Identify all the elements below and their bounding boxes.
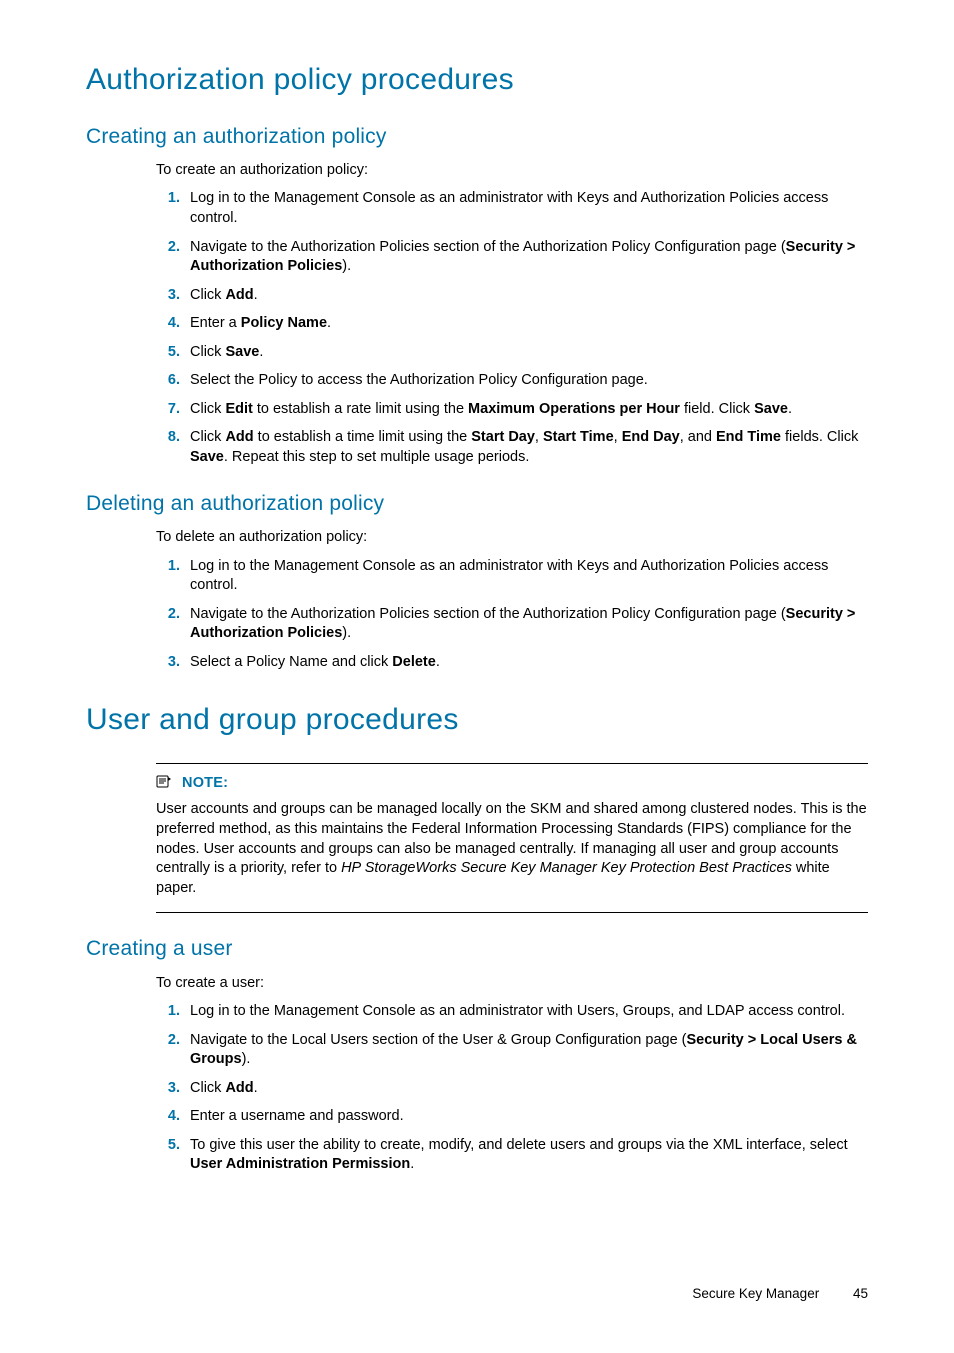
note-block: NOTE: User accounts and groups can be ma… [156,763,868,913]
note-body: User accounts and groups can be managed … [156,800,868,898]
list-item: Select the Policy to access the Authoriz… [190,371,868,391]
note-label: NOTE: [182,775,228,791]
note-icon [156,774,172,795]
steps-list: Log in to the Management Console as an a… [86,557,868,673]
footer-doc-title: Secure Key Manager [692,1286,819,1301]
list-item: Enter a Policy Name. [190,314,868,334]
page-footer: Secure Key Manager 45 [86,1285,868,1303]
section-creating-auth-policy: Creating an authorization policy [86,123,868,151]
list-item: To give this user the ability to create,… [190,1136,868,1175]
list-item: Click Edit to establish a rate limit usi… [190,400,868,420]
intro-text: To create an authorization policy: [156,161,868,181]
list-item: Navigate to the Authorization Policies s… [190,238,868,277]
intro-text: To delete an authorization policy: [156,528,868,548]
page-number: 45 [853,1286,868,1301]
list-item: Navigate to the Local Users section of t… [190,1031,868,1070]
list-item: Click Add. [190,1079,868,1099]
list-item: Navigate to the Authorization Policies s… [190,605,868,644]
steps-list: Log in to the Management Console as an a… [86,1002,868,1175]
section-creating-user: Creating a user [86,935,868,963]
section-deleting-auth-policy: Deleting an authorization policy [86,490,868,518]
page-title-user-group: User and group procedures [86,700,868,741]
list-item: Click Add. [190,286,868,306]
steps-list: Log in to the Management Console as an a… [86,189,868,467]
list-item: Select a Policy Name and click Delete. [190,653,868,673]
list-item: Log in to the Management Console as an a… [190,1002,868,1022]
page-title-authorization: Authorization policy procedures [86,60,868,101]
list-item: Enter a username and password. [190,1107,868,1127]
list-item: Click Add to establish a time limit usin… [190,428,868,467]
list-item: Log in to the Management Console as an a… [190,189,868,228]
list-item: Click Save. [190,343,868,363]
list-item: Log in to the Management Console as an a… [190,557,868,596]
intro-text: To create a user: [156,974,868,994]
